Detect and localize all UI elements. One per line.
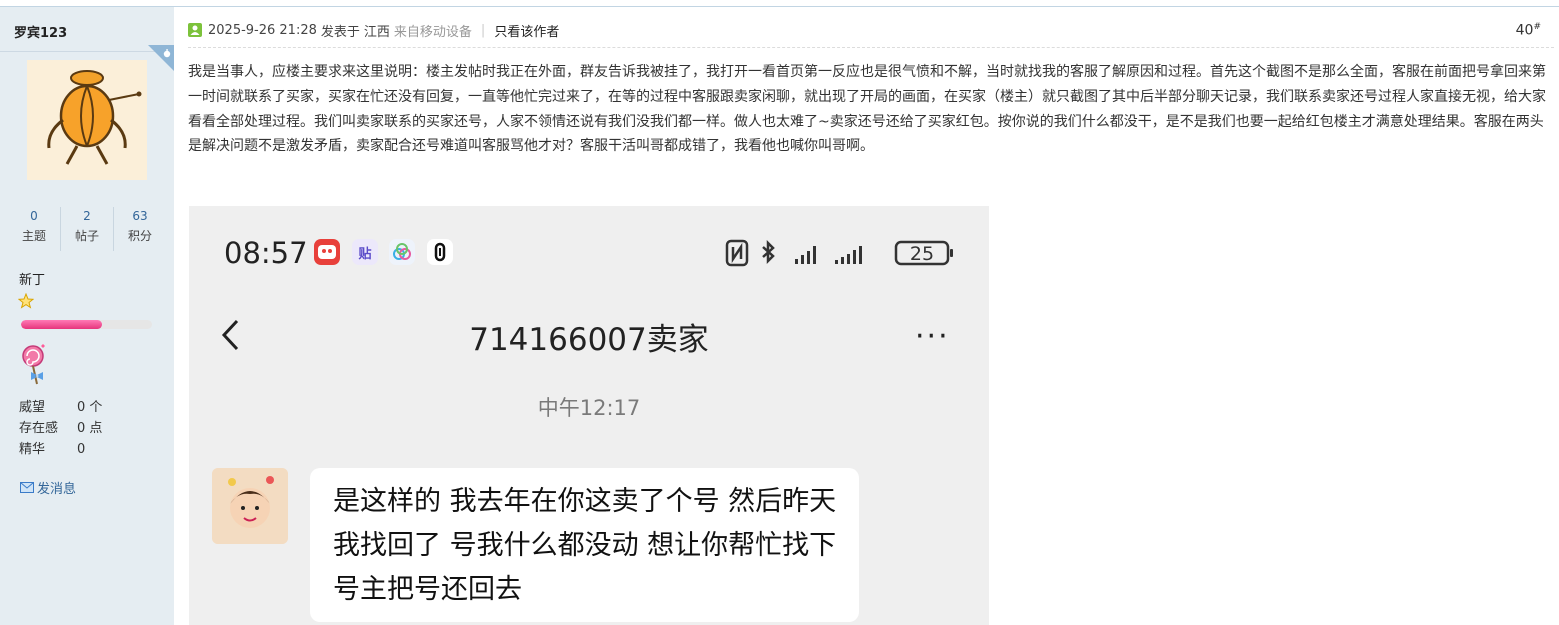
stat-points[interactable]: 63 积分 (113, 207, 166, 251)
battery-icon: 25 (894, 240, 953, 266)
online-status-icon (188, 23, 202, 37)
divider: | (480, 22, 486, 38)
info-value: 0 点 (77, 421, 103, 436)
stat-value: 63 (132, 209, 148, 223)
info-row: 存在感 0 点 (19, 418, 102, 439)
child-photo-icon (212, 468, 288, 544)
star-icon (18, 293, 34, 309)
stat-label: 主题 (21, 229, 46, 243)
send-message-link[interactable]: 发消息 (20, 478, 76, 497)
author-avatar[interactable] (27, 60, 147, 180)
send-message-label: 发消息 (37, 482, 77, 497)
post-body: 我是当事人，应楼主要求来这里说明：楼主发帖时我正在外面，群友告诉我被挂了，我打开… (188, 64, 1546, 155)
message-timestamp: 中午12:17 (537, 396, 641, 420)
info-row: 精华 0 (19, 439, 102, 460)
signal-icon-2 (835, 246, 862, 264)
signal-icon (795, 246, 816, 264)
top-border (0, 6, 1559, 7)
header-divider (188, 47, 1554, 48)
author-info: 威望 0 个 存在感 0 点 精华 0 (19, 397, 102, 460)
lollipop-medal-icon[interactable] (19, 342, 49, 386)
stat-value: 2 (83, 209, 91, 223)
cloud-app-icon (389, 239, 415, 265)
info-key: 存在感 (19, 421, 59, 436)
info-row: 威望 0 个 (19, 397, 102, 418)
info-key: 威望 (19, 400, 46, 415)
user-rank[interactable]: 新丁 (19, 269, 45, 288)
stat-label: 帖子 (74, 229, 99, 243)
only-author-link[interactable]: 只看该作者 (494, 21, 559, 40)
posted-in-label: 发表于 (320, 24, 360, 40)
tieba-app-icon: 贴 (352, 239, 378, 265)
apple-device-icon (148, 45, 174, 71)
status-bar-system-icons: 25 (725, 239, 953, 267)
status-bar-time: 08:57 (224, 236, 308, 270)
post-meta: 2025-9-26 21:28 发表于 江西 来自移动设备 | 只看该作者 (188, 20, 559, 40)
post-datetime: 2025-9-26 21:28 (208, 22, 317, 38)
post-location: 江西 (363, 24, 390, 40)
svg-text:25: 25 (910, 243, 934, 265)
app-icon-dark (427, 239, 453, 265)
stat-value: 0 (30, 209, 38, 223)
floor-number[interactable]: 40# (1516, 22, 1541, 39)
info-key: 精华 (19, 442, 46, 457)
app-notification-icon (314, 239, 340, 265)
author-sidebar: 罗宾123 0 主题 2 帖子 63 积分 新丁 威望 0 个 存在感 0 点 … (0, 7, 174, 625)
more-options-icon[interactable]: ··· (915, 319, 950, 354)
nfc-icon (725, 239, 749, 267)
progress-fill (21, 320, 103, 329)
stat-label: 积分 (127, 229, 152, 243)
chat-title: 714166007卖家 (469, 322, 709, 358)
info-value: 0 (77, 442, 86, 457)
info-value: 0 个 (77, 400, 103, 415)
stat-posts[interactable]: 2 帖子 (60, 207, 113, 251)
contact-avatar[interactable] (212, 468, 288, 544)
post-device: 来自移动设备 (393, 24, 472, 40)
author-stats: 0 主题 2 帖子 63 积分 (8, 207, 166, 251)
level-progress-bar (21, 320, 152, 329)
envelope-icon (20, 482, 34, 493)
stat-threads[interactable]: 0 主题 (8, 207, 60, 251)
chat-message-bubble: 是这样的 我去年在你这卖了个号 然后昨天我找回了 号我什么都没动 想让你帮忙找下… (310, 468, 859, 622)
author-username[interactable]: 罗宾123 (14, 22, 67, 41)
monkey-lantern-icon (27, 60, 147, 180)
bluetooth-icon (762, 239, 775, 265)
post-image-chat-screenshot[interactable]: 08:57 贴 25 714166007卖家 ··· 中午12:17 是这样的 … (189, 206, 989, 625)
